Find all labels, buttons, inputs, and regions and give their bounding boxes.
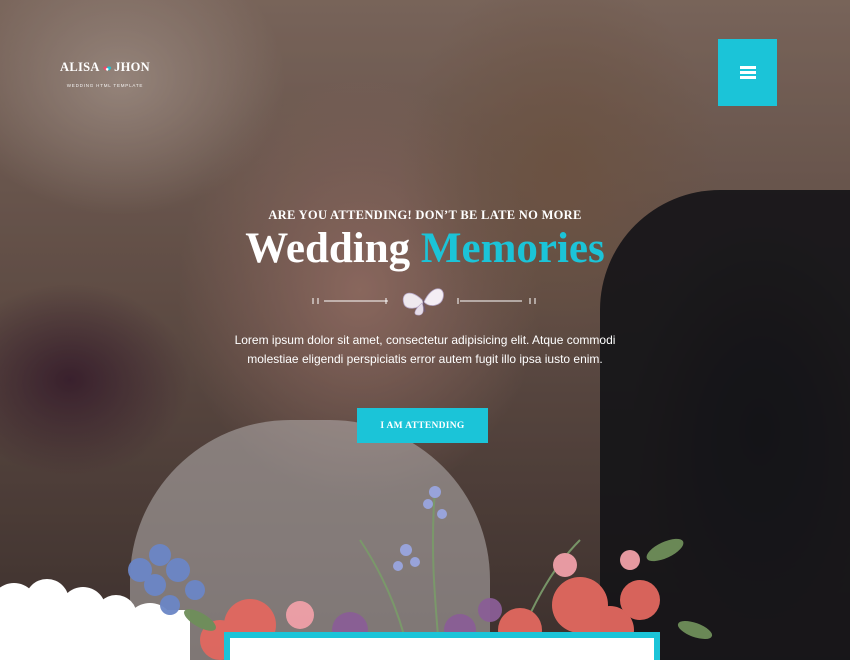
hearts-icon (103, 65, 111, 71)
hamburger-menu-icon (739, 64, 756, 81)
hero-section: ALISA JHON WEDDING HTML TEMPLATE ARE YOU… (0, 0, 850, 660)
hero-eyebrow: ARE YOU ATTENDING! DON’T BE LATE NO MORE (268, 208, 582, 222)
logo-tagline: WEDDING HTML TEMPLATE (66, 83, 144, 88)
site-logo[interactable]: ALISA JHON WEDDING HTML TEMPLATE (60, 60, 150, 88)
menu-button[interactable] (718, 39, 777, 106)
ornament-divider (312, 288, 536, 316)
hero-title-main: Wedding (245, 225, 411, 272)
hero-title-accent: Memories (420, 225, 605, 272)
content-frame (224, 632, 660, 660)
attending-button[interactable]: I AM ATTENDING (357, 408, 488, 443)
butterfly-icon (402, 288, 444, 316)
hero-description: Lorem ipsum dolor sit amet, consectetur … (234, 333, 616, 366)
logo-name-right: JHON (114, 60, 150, 74)
hero-title: Wedding Memories (0, 222, 850, 276)
logo-name-left: ALISA (60, 60, 100, 74)
